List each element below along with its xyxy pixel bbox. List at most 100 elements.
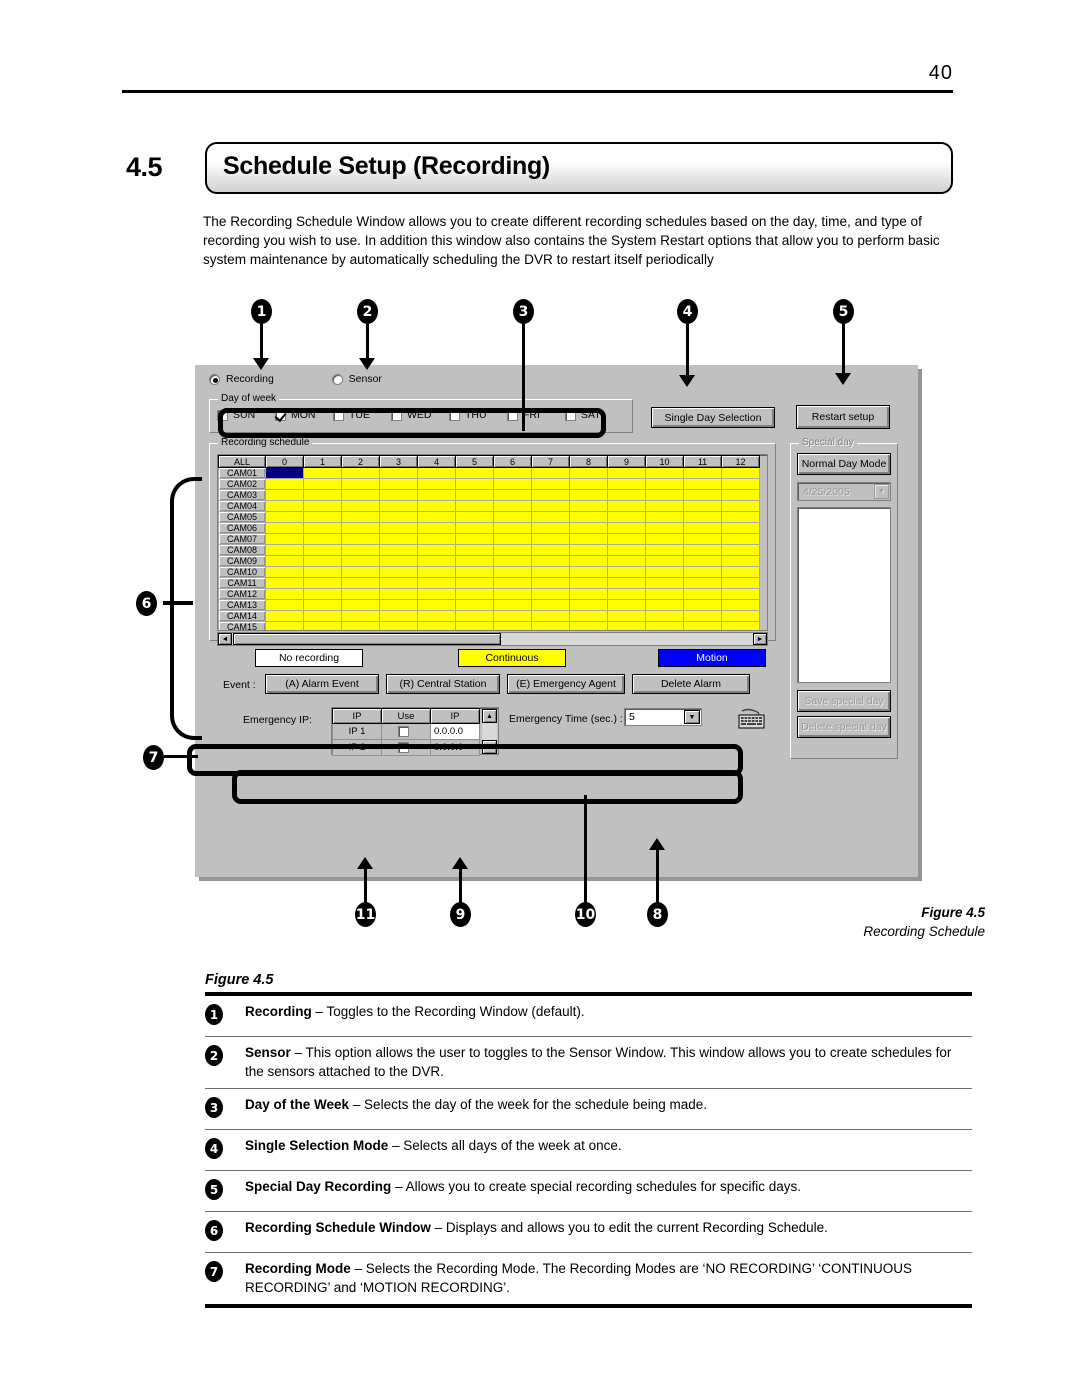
normal-day-mode-button[interactable]: Normal Day Mode (797, 453, 891, 475)
schedule-cell-cam05-h3[interactable] (379, 511, 418, 523)
scroll-thumb[interactable] (233, 633, 501, 645)
schedule-row-label-cam09[interactable]: CAM09 (218, 555, 266, 567)
schedule-cell-cam02-h12[interactable] (721, 478, 760, 490)
schedule-cell-cam14-h11[interactable] (683, 610, 722, 622)
alarm-event-button[interactable]: (A) Alarm Event (265, 674, 379, 694)
schedule-cell-cam06-h4[interactable] (417, 522, 456, 534)
schedule-row-label-cam04[interactable]: CAM04 (218, 500, 266, 512)
schedule-cell-cam01-h3[interactable] (379, 467, 418, 479)
schedule-cell-cam13-h10[interactable] (645, 599, 684, 611)
schedule-cell-cam02-h9[interactable] (607, 478, 646, 490)
schedule-cell-cam11-h8[interactable] (569, 577, 608, 589)
schedule-cell-cam12-h9[interactable] (607, 588, 646, 600)
schedule-row-label-cam14[interactable]: CAM14 (218, 610, 266, 622)
schedule-cell-cam01-h10[interactable] (645, 467, 684, 479)
schedule-cell-cam07-h8[interactable] (569, 533, 608, 545)
schedule-cell-cam06-h8[interactable] (569, 522, 608, 534)
schedule-cell-cam10-h2[interactable] (341, 566, 380, 578)
schedule-cell-cam01-h5[interactable] (455, 467, 494, 479)
schedule-cell-cam04-h5[interactable] (455, 500, 494, 512)
schedule-header-hour-5[interactable]: 5 (455, 455, 494, 468)
schedule-cell-cam04-h2[interactable] (341, 500, 380, 512)
schedule-cell-cam14-h2[interactable] (341, 610, 380, 622)
schedule-cell-cam15-h7[interactable] (531, 621, 570, 630)
schedule-cell-cam12-h12[interactable] (721, 588, 760, 600)
schedule-cell-cam02-h8[interactable] (569, 478, 608, 490)
schedule-cell-cam03-h10[interactable] (645, 489, 684, 501)
schedule-cell-cam04-h7[interactable] (531, 500, 570, 512)
schedule-cell-cam10-h5[interactable] (455, 566, 494, 578)
table-row[interactable]: CAM09 (218, 555, 760, 567)
schedule-cell-cam07-h6[interactable] (493, 533, 532, 545)
schedule-cell-cam09-h0[interactable] (265, 555, 304, 567)
schedule-hscrollbar[interactable]: ◄ ► (217, 632, 768, 646)
schedule-cell-cam07-h3[interactable] (379, 533, 418, 545)
schedule-header-all[interactable]: ALL (218, 455, 266, 468)
schedule-cell-cam12-h5[interactable] (455, 588, 494, 600)
schedule-cell-cam07-h9[interactable] (607, 533, 646, 545)
schedule-cell-cam04-h8[interactable] (569, 500, 608, 512)
schedule-cell-cam14-h9[interactable] (607, 610, 646, 622)
schedule-cell-cam01-h2[interactable] (341, 467, 380, 479)
schedule-cell-cam02-h11[interactable] (683, 478, 722, 490)
schedule-cell-cam02-h1[interactable] (303, 478, 342, 490)
schedule-cell-cam07-h1[interactable] (303, 533, 342, 545)
schedule-header-hour-10[interactable]: 10 (645, 455, 684, 468)
schedule-cell-cam05-h2[interactable] (341, 511, 380, 523)
schedule-cell-cam07-h0[interactable] (265, 533, 304, 545)
radio-recording[interactable]: Recording (209, 373, 274, 385)
schedule-cell-cam05-h10[interactable] (645, 511, 684, 523)
schedule-cell-cam12-h10[interactable] (645, 588, 684, 600)
schedule-cell-cam07-h5[interactable] (455, 533, 494, 545)
schedule-cell-cam10-h4[interactable] (417, 566, 456, 578)
schedule-cell-cam01-h4[interactable] (417, 467, 456, 479)
schedule-cell-cam15-h1[interactable] (303, 621, 342, 630)
central-station-button[interactable]: (R) Central Station (386, 674, 500, 694)
special-day-date-select[interactable]: 4/25/2005 ▼ (797, 482, 891, 501)
save-special-day-button[interactable]: Save special day (797, 690, 891, 712)
schedule-cell-cam08-h3[interactable] (379, 544, 418, 556)
table-row[interactable]: CAM12 (218, 588, 760, 600)
schedule-cell-cam08-h2[interactable] (341, 544, 380, 556)
schedule-cell-cam02-h5[interactable] (455, 478, 494, 490)
schedule-cell-cam01-h1[interactable] (303, 467, 342, 479)
schedule-cell-cam10-h9[interactable] (607, 566, 646, 578)
recording-schedule-grid[interactable]: ALL 0 1 2 3 4 5 6 7 8 9 10 11 12 CAM01 CAM02 CAM03 CAM04 C… (217, 454, 768, 631)
schedule-cell-cam10-h0[interactable] (265, 566, 304, 578)
table-row[interactable]: IP 1 0.0.0.0 (332, 723, 480, 740)
schedule-cell-cam09-h4[interactable] (417, 555, 456, 567)
schedule-cell-cam08-h1[interactable] (303, 544, 342, 556)
scroll-up-arrow-icon[interactable]: ▲ (482, 709, 497, 723)
schedule-cell-cam12-h8[interactable] (569, 588, 608, 600)
schedule-cell-cam11-h12[interactable] (721, 577, 760, 589)
schedule-cell-cam10-h12[interactable] (721, 566, 760, 578)
table-row[interactable]: CAM10 (218, 566, 760, 578)
chevron-down-icon[interactable]: ▼ (874, 484, 889, 499)
schedule-cell-cam10-h1[interactable] (303, 566, 342, 578)
schedule-cell-cam07-h2[interactable] (341, 533, 380, 545)
mode-motion-button[interactable]: Motion (658, 649, 766, 667)
schedule-cell-cam09-h10[interactable] (645, 555, 684, 567)
schedule-cell-cam04-h12[interactable] (721, 500, 760, 512)
mode-continuous-button[interactable]: Continuous (458, 649, 566, 667)
table-row[interactable]: CAM13 (218, 599, 760, 611)
schedule-cell-cam05-h7[interactable] (531, 511, 570, 523)
emergency-time-select[interactable]: 5 ▼ (624, 708, 702, 726)
schedule-table[interactable]: ALL 0 1 2 3 4 5 6 7 8 9 10 11 12 CAM01 CAM02 CAM03 CAM04 C… (218, 455, 760, 630)
schedule-cell-cam12-h1[interactable] (303, 588, 342, 600)
schedule-cell-cam15-h9[interactable] (607, 621, 646, 630)
schedule-cell-cam02-h3[interactable] (379, 478, 418, 490)
schedule-cell-cam12-h0[interactable] (265, 588, 304, 600)
schedule-cell-cam04-h1[interactable] (303, 500, 342, 512)
scroll-right-arrow-icon[interactable]: ► (753, 633, 767, 645)
schedule-row-label-cam06[interactable]: CAM06 (218, 522, 266, 534)
schedule-cell-cam13-h5[interactable] (455, 599, 494, 611)
schedule-cell-cam01-h6[interactable] (493, 467, 532, 479)
schedule-cell-cam06-h3[interactable] (379, 522, 418, 534)
table-row[interactable]: CAM14 (218, 610, 760, 622)
schedule-cell-cam09-h8[interactable] (569, 555, 608, 567)
schedule-cell-cam01-h9[interactable] (607, 467, 646, 479)
table-row[interactable]: CAM03 (218, 489, 760, 501)
schedule-cell-cam15-h12[interactable] (721, 621, 760, 630)
schedule-cell-cam05-h5[interactable] (455, 511, 494, 523)
